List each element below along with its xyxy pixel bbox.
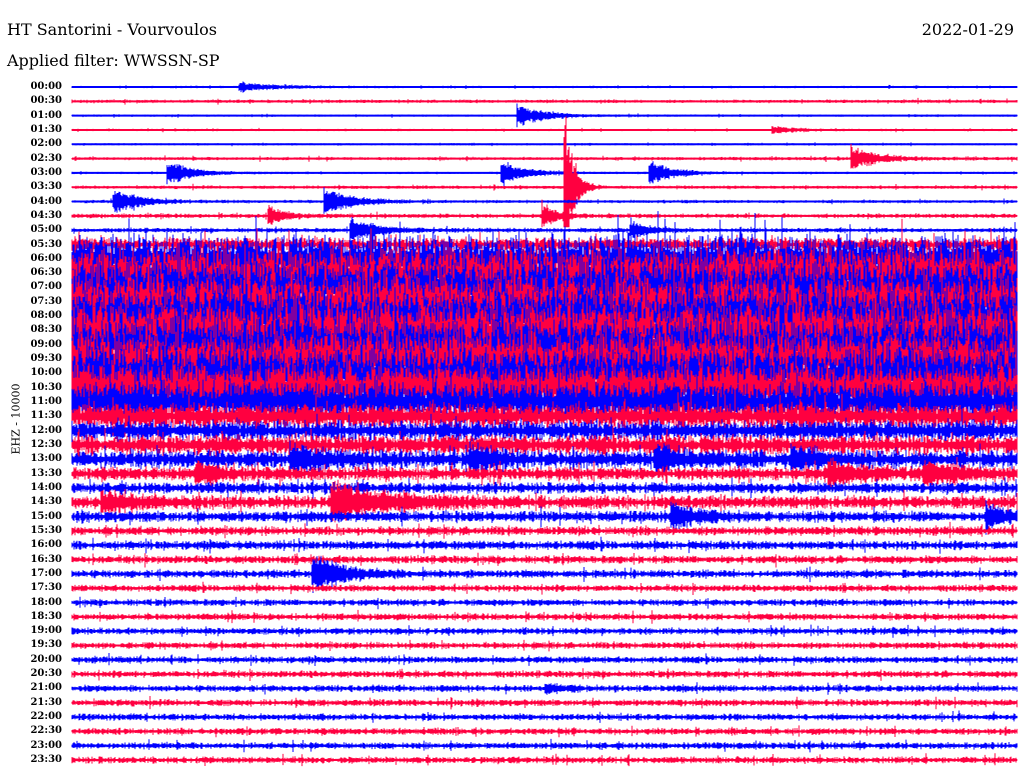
trace-row-0230 (71, 143, 1018, 169)
trace-row-0430 (71, 199, 1018, 228)
helicorder-plot (71, 81, 1018, 767)
